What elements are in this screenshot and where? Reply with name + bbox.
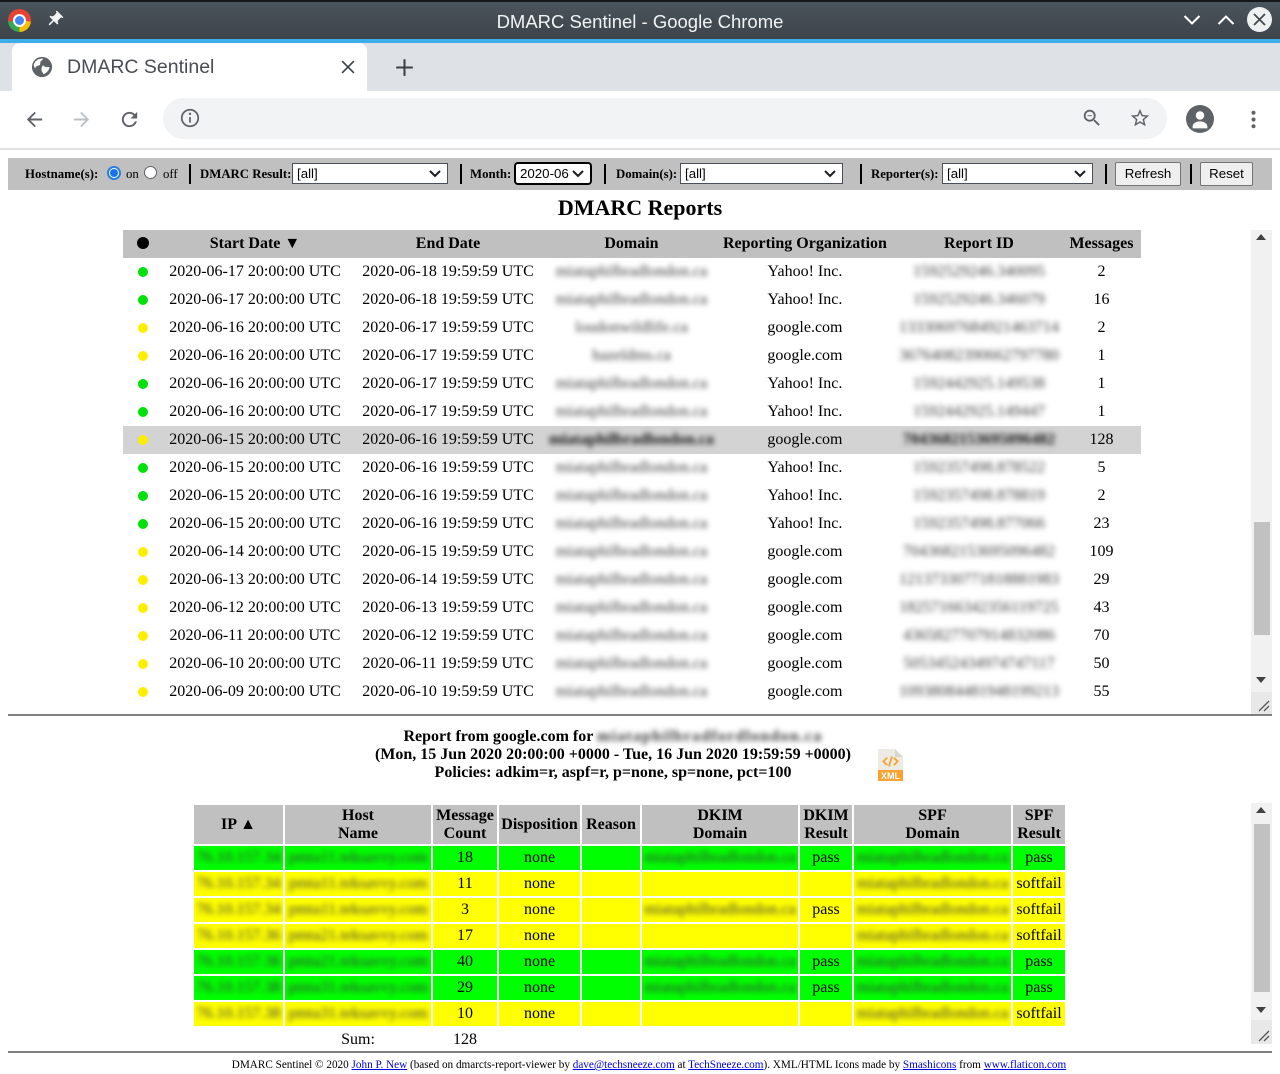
svg-text:XML: XML [881,771,901,781]
